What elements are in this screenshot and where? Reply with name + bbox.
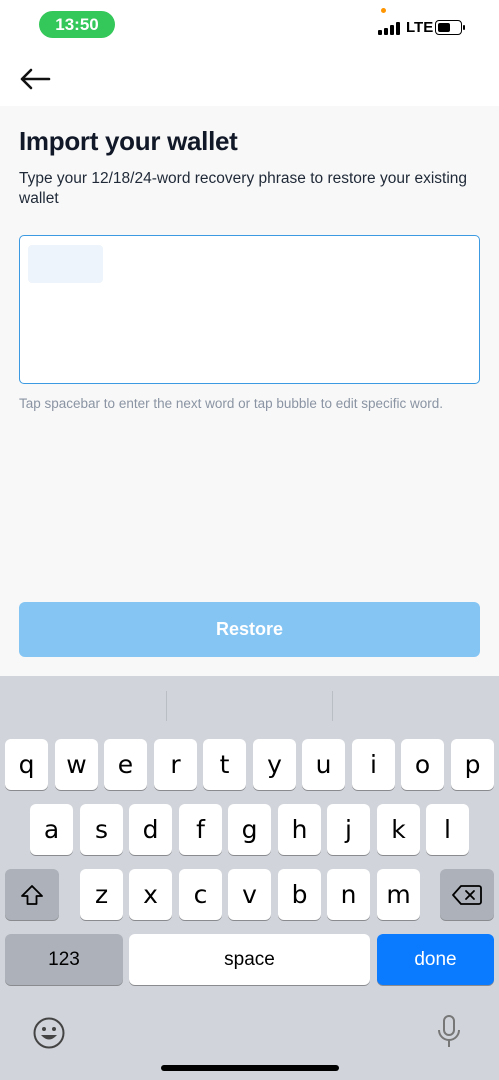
key-g[interactable]: g xyxy=(228,804,271,855)
key-h[interactable]: h xyxy=(278,804,321,855)
input-hint: Tap spacebar to enter the next word or t… xyxy=(19,396,443,411)
cellular-signal-icon xyxy=(378,22,402,35)
done-key[interactable]: done xyxy=(377,934,494,985)
key-q[interactable]: q xyxy=(5,739,48,790)
key-o[interactable]: o xyxy=(401,739,444,790)
key-b[interactable]: b xyxy=(278,869,321,920)
keyboard: q w e r t y u i o p a s d f g h j k l z … xyxy=(0,676,499,1080)
key-k[interactable]: k xyxy=(377,804,420,855)
key-l[interactable]: l xyxy=(426,804,469,855)
key-i[interactable]: i xyxy=(352,739,395,790)
back-button[interactable] xyxy=(19,66,51,92)
key-j[interactable]: j xyxy=(327,804,370,855)
page-subtitle: Type your 12/18/24-word recovery phrase … xyxy=(19,170,468,207)
key-c[interactable]: c xyxy=(179,869,222,920)
emoji-button[interactable] xyxy=(32,1016,66,1050)
key-f[interactable]: f xyxy=(179,804,222,855)
home-indicator[interactable] xyxy=(161,1065,339,1071)
import-wallet-content: Import your wallet Type your 12/18/24-wo… xyxy=(0,106,499,676)
key-x[interactable]: x xyxy=(129,869,172,920)
key-m[interactable]: m xyxy=(377,869,420,920)
battery-icon xyxy=(435,20,465,35)
shift-key[interactable] xyxy=(5,869,59,920)
key-u[interactable]: u xyxy=(302,739,345,790)
privacy-indicator-dot xyxy=(381,8,386,13)
arrow-left-icon xyxy=(20,68,51,90)
microphone-icon xyxy=(438,1015,460,1047)
key-r[interactable]: r xyxy=(154,739,197,790)
shift-icon xyxy=(21,884,43,905)
page-title: Import your wallet xyxy=(19,126,238,156)
word-bubble[interactable] xyxy=(28,245,103,283)
backspace-icon xyxy=(452,884,482,905)
status-bar: 13:50 LTE xyxy=(0,0,499,52)
status-time: 13:50 xyxy=(39,11,115,38)
suggestion-divider xyxy=(166,691,167,721)
key-s[interactable]: s xyxy=(80,804,123,855)
dictation-button[interactable] xyxy=(436,1014,462,1050)
key-p[interactable]: p xyxy=(451,739,494,790)
restore-button[interactable]: Restore xyxy=(19,602,480,657)
key-n[interactable]: n xyxy=(327,869,370,920)
backspace-key[interactable] xyxy=(440,869,494,920)
nav-bar xyxy=(0,52,499,106)
space-key[interactable]: space xyxy=(129,934,370,985)
network-type: LTE xyxy=(406,19,434,36)
key-d[interactable]: d xyxy=(129,804,172,855)
key-y[interactable]: y xyxy=(253,739,296,790)
suggestion-divider xyxy=(332,691,333,721)
key-t[interactable]: t xyxy=(203,739,246,790)
key-v[interactable]: v xyxy=(228,869,271,920)
key-w[interactable]: w xyxy=(55,739,98,790)
key-z[interactable]: z xyxy=(80,869,123,920)
recovery-phrase-input[interactable] xyxy=(19,235,480,384)
emoji-icon xyxy=(33,1017,65,1049)
numbers-key[interactable]: 123 xyxy=(5,934,123,985)
key-a[interactable]: a xyxy=(30,804,73,855)
key-e[interactable]: e xyxy=(104,739,147,790)
